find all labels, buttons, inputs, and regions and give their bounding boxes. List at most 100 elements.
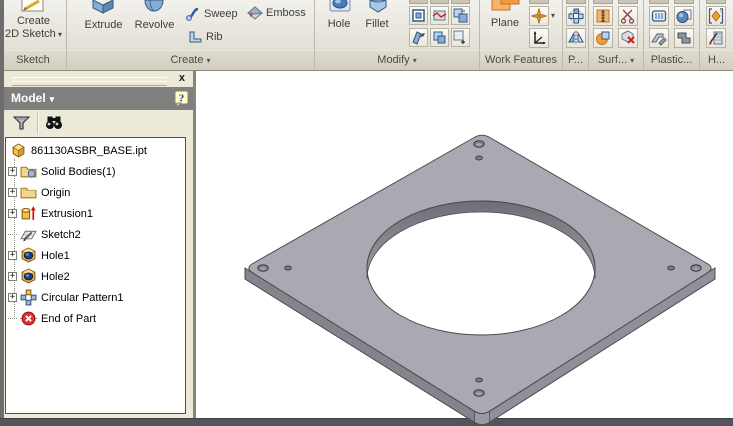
ribbon-panel-modify: Hole Fillet Modify ▾ [315, 0, 480, 70]
cut-button-sliver [566, 0, 586, 4]
insert-ifeature-button[interactable] [706, 6, 726, 26]
part-model[interactable] [244, 134, 716, 425]
circular-pattern-button[interactable] [566, 6, 586, 26]
ribbon-panel-pattern: P... [563, 0, 589, 70]
combine-button[interactable] [430, 28, 449, 47]
mirror-button[interactable] [566, 28, 586, 48]
close-icon[interactable]: x [179, 72, 185, 84]
extrusion-icon [21, 206, 36, 220]
ribbon-panel-sketch: Create 2D Sketch ▾ Sketch [0, 0, 67, 70]
extrude-icon [92, 0, 114, 14]
tree-branch-line [8, 234, 17, 235]
corner-hole-highlight [260, 267, 266, 271]
rib-icon [189, 31, 202, 43]
grab-line [12, 81, 167, 86]
tree-expander[interactable]: + [8, 209, 17, 218]
move-face-button[interactable] [451, 28, 470, 47]
solid-bodies-folder-icon [20, 166, 37, 178]
hole-feature-icon [21, 268, 36, 284]
end-of-part-icon [20, 311, 37, 326]
boss-icon [676, 9, 692, 23]
point-button[interactable] [529, 6, 549, 26]
corner-hole-highlight [476, 392, 482, 396]
thicken-offset-icon [412, 31, 425, 45]
browser-title: Model [11, 91, 46, 105]
delete-face-icon [621, 30, 635, 44]
sketch-icon [20, 230, 37, 242]
svg-text:?: ? [179, 93, 185, 105]
boss-button[interactable] [674, 6, 694, 26]
tree-expander[interactable]: + [8, 188, 17, 197]
tree-expander[interactable]: + [8, 272, 17, 281]
corner-hole-highlight [476, 143, 482, 147]
browser-header[interactable]: Model ▾ ? [4, 87, 193, 110]
ribbon-panel-surface: Surf... ▾ [589, 0, 644, 70]
help-icon[interactable]: ? [174, 90, 189, 107]
window-edge [0, 0, 4, 418]
panel-title-harness: H... [700, 50, 733, 70]
chevron-down-icon: ▾ [55, 30, 62, 39]
copy-object-button[interactable] [451, 6, 470, 25]
hole-feature-icon [21, 247, 36, 263]
boundary-patch-button[interactable] [593, 28, 613, 48]
tree-item-end-of-part[interactable]: End of Part [8, 308, 96, 329]
chevron-down-icon: ▾ [412, 56, 417, 65]
tree-item-hole1[interactable]: + Hole1 [8, 245, 70, 266]
point-dropdown-arrow[interactable]: ▾ [551, 11, 555, 20]
panel-title-surface[interactable]: Surf... ▾ [589, 50, 643, 70]
tree-item-hole2[interactable]: + Hole2 [8, 266, 70, 287]
corner-hole-small [475, 377, 483, 383]
circular-pattern-feature-icon [20, 289, 37, 306]
tree-item-origin[interactable]: + Origin [8, 182, 70, 203]
chevron-down-icon: ▾ [206, 56, 211, 65]
tree-expander[interactable]: + [8, 167, 17, 176]
plane-icon [491, 0, 520, 11]
panel-title-work-features: Work Features [480, 50, 562, 70]
fillet-icon [369, 0, 387, 13]
cut-button-sliver [706, 0, 726, 4]
tree-item-solid-bodies[interactable]: + Solid Bodies(1) [8, 161, 116, 182]
browser-toolbar [4, 110, 193, 137]
combine-icon [433, 31, 446, 44]
tree-item-root[interactable]: 861130ASBR_BASE.ipt [10, 140, 147, 161]
corner-hole-small [284, 265, 292, 271]
filter-icon[interactable] [13, 115, 30, 132]
panel-title-create[interactable]: Create ▾ [67, 50, 314, 70]
part-icon [12, 143, 25, 158]
3d-viewport[interactable] [196, 71, 733, 425]
shell-button[interactable] [409, 6, 428, 25]
cut-button-sliver [649, 0, 669, 4]
stitch-button[interactable] [593, 6, 613, 26]
pen-ruler-icon [709, 31, 723, 45]
rest-button[interactable] [674, 28, 694, 48]
tree-item-extrusion1[interactable]: + Extrusion1 [8, 203, 93, 224]
grill-icon [651, 10, 667, 22]
panel-title-modify[interactable]: Modify ▾ [315, 50, 479, 70]
ribbon-panel-harness: H... [700, 0, 733, 70]
ucs-button[interactable] [529, 28, 549, 48]
tree-expander[interactable]: + [8, 251, 17, 260]
cut-button-sliver [674, 0, 694, 4]
shell-icon [412, 9, 425, 22]
delete-face-button[interactable] [618, 28, 638, 48]
chevron-down-icon: ▾ [49, 94, 55, 104]
move-face-icon [453, 30, 465, 44]
sketch-driven-button[interactable] [706, 28, 726, 48]
ribbon-panel-work-features: Plane ▾ Work Features [480, 0, 563, 70]
tree-expander[interactable]: + [8, 293, 17, 302]
trim-button[interactable] [618, 6, 638, 26]
panel-title-sketch: Sketch [0, 50, 66, 70]
cut-button-sliver [593, 0, 613, 4]
sweep-icon [186, 7, 199, 21]
tree-item-sketch2[interactable]: Sketch2 [8, 224, 81, 245]
panel-title-pattern: P... [563, 50, 588, 70]
grill-button[interactable] [649, 6, 669, 26]
find-icon[interactable] [44, 114, 64, 132]
point-icon [531, 8, 547, 24]
thicken-offset-button[interactable] [409, 28, 428, 47]
tree-item-circular-pattern1[interactable]: + Circular Pattern1 [8, 287, 124, 308]
chevron-down-icon: ▾ [630, 56, 635, 65]
lip-button[interactable] [649, 28, 669, 48]
model-tree: 861130ASBR_BASE.ipt + Solid Bodies(1) + … [5, 137, 186, 414]
split-button[interactable] [430, 6, 449, 25]
